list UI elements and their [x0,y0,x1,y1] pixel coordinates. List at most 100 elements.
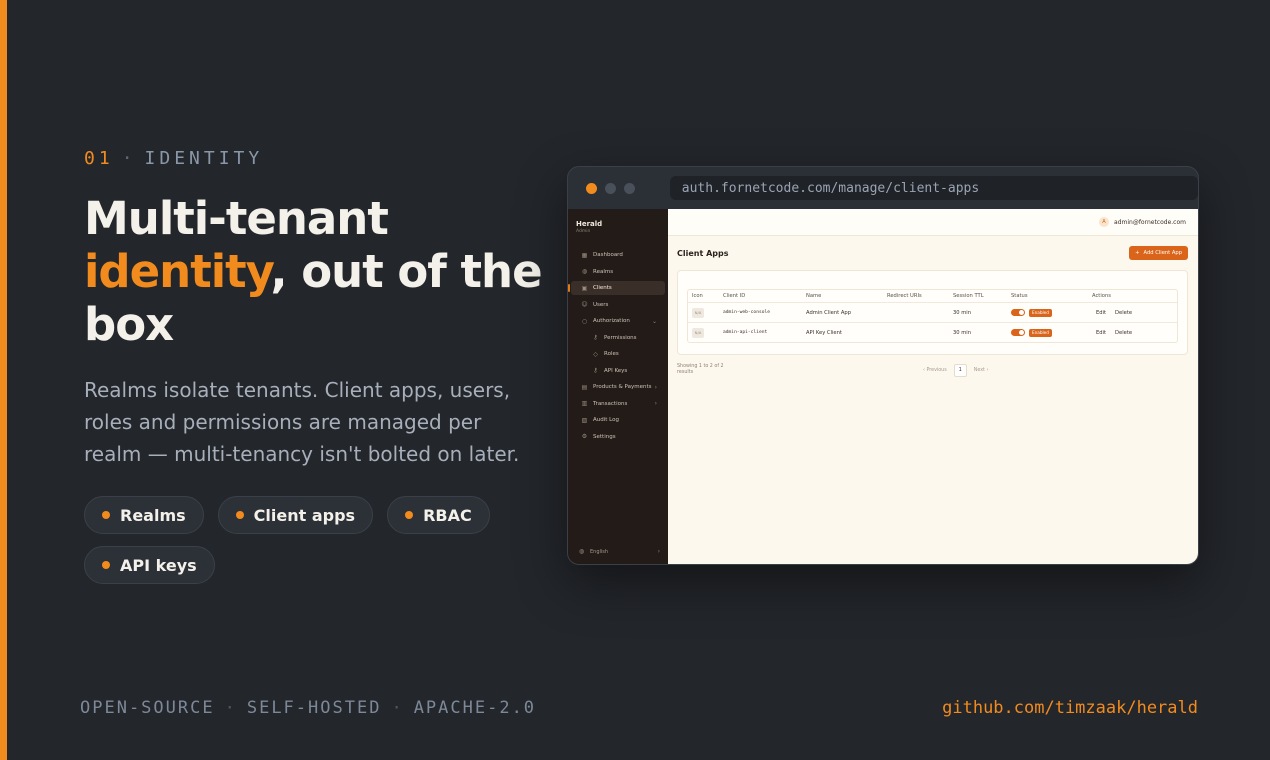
sidebar-item-api-keys[interactable]: ⚷ API Keys [571,364,665,378]
feature-pills: Realms Client apps RBAC API keys [84,496,504,596]
pill-label: Realms [120,505,186,525]
add-button-label: Add Client App [1143,250,1183,256]
chevron-right-icon: › [657,548,660,555]
app-icon-cell: N/A [688,327,723,338]
add-client-app-button[interactable]: + Add Client App [1129,246,1188,260]
description: Realms isolate tenants. Client apps, use… [84,378,520,466]
status-cell: Enabled [1011,328,1092,337]
edit-button[interactable]: Edit [1096,330,1106,336]
section-eyebrow: 01 · IDENTITY [84,148,263,169]
user-email[interactable]: admin@fornetcode.com [1114,219,1186,226]
sidebar-item-label: Roles [604,351,619,357]
session-ttl: 30 min [953,309,972,316]
page-number-button[interactable]: 1 [953,364,967,377]
language-label: English [590,548,609,555]
status-toggle[interactable] [1011,309,1025,316]
table-row: N/A admin-web-console Admin Client App 3… [688,303,1177,323]
previous-label: Previous [926,368,947,373]
address-bar[interactable]: auth.fornetcode.com/manage/client-apps [669,176,1198,200]
footer-separator: · [224,698,237,718]
sidebar-item-label: Transactions [593,400,628,407]
close-traffic-light[interactable] [586,182,597,194]
client-id: admin-api-client [723,330,768,335]
accent-bar [0,0,7,760]
sidebar-item-users[interactable]: ☺ Users [571,298,665,312]
app-icon-placeholder: N/A [692,327,704,338]
session-ttl: 30 min [953,329,972,336]
footer-tag: OPEN-SOURCE [80,698,215,718]
sidebar-item-label: Settings [593,433,616,440]
eyebrow-label: IDENTITY [144,148,264,169]
brand: Herald Admin [568,209,668,234]
sidebar-item-authorization[interactable]: ○ Authorization ⌄ [571,314,665,328]
key-icon: ⚷ [593,334,598,341]
sidebar-item-dashboard[interactable]: ▦ Dashboard [571,248,665,262]
box-icon: ▣ [581,284,588,292]
sidebar-item-label: Clients [593,285,612,291]
topbar: A admin@fornetcode.com [668,209,1198,236]
previous-page-button[interactable]: ‹ Previous [923,368,947,373]
sidebar-item-audit-log[interactable]: ▧ Audit Log [571,413,665,427]
maximize-traffic-light[interactable] [623,182,635,194]
footer-tags: OPEN-SOURCE · SELF-HOSTED · APACHE-2.0 [80,698,536,718]
results-summary: Showing 1 to 2 of 2 results [677,364,724,375]
minimize-traffic-light[interactable] [604,182,616,194]
sidebar-item-label: API Keys [604,367,628,374]
pill-label: RBAC [423,505,472,525]
language-selector[interactable]: ◍ English › [577,548,660,555]
delete-button[interactable]: Delete [1115,310,1132,316]
shield-icon: ◇ [593,350,598,358]
page-title: Client Apps [677,248,729,258]
shield-icon: ○ [581,317,588,325]
column-header: Status [1011,293,1028,299]
bullet-icon [405,511,414,519]
github-link[interactable]: github.com/timzaak/herald [942,698,1198,718]
eyebrow-number: 01 [84,148,114,169]
sidebar-item-products-payments[interactable]: ▤ Products & Payments › [571,380,665,394]
pill-client-apps: Client apps [217,496,374,534]
footer-tag: SELF-HOSTED [246,698,382,718]
table-header: Icon Client ID Name Redirect URIs Sessio… [688,290,1177,303]
pill-label: API keys [120,555,197,575]
table-row: N/A admin-api-client API Key Client 30 m… [688,323,1177,342]
chevron-right-icon: › [984,368,989,373]
next-page-button[interactable]: Next › [974,368,989,373]
app-icon-cell: N/A [688,307,723,318]
sidebar-item-transactions[interactable]: ▥ Transactions › [571,397,665,411]
bullet-icon [102,511,110,519]
status-toggle[interactable] [1011,329,1025,336]
next-label: Next [973,368,985,373]
pill-api-keys: API keys [84,546,215,584]
sidebar-item-clients[interactable]: ▣ Clients [568,281,665,295]
sidebar-item-label: Realms [593,268,614,275]
pill-rbac: RBAC [387,496,490,534]
brand-subtitle: Admin [576,229,591,234]
column-header: Actions [1092,293,1111,299]
globe-icon: ◍ [581,268,588,275]
bullet-icon [235,511,244,519]
sidebar-nav: ▦ Dashboard ◍ Realms ▣ Clients ☺ Users ○ Auth… [568,248,668,444]
sidebar-item-realms[interactable]: ◍ Realms [571,265,665,279]
actions-cell: Edit Delete [1092,310,1177,316]
avatar[interactable]: A [1099,217,1110,227]
sidebar-item-settings[interactable]: ⚙ Settings [571,430,665,444]
client-apps-table: Icon Client ID Name Redirect URIs Sessio… [687,289,1178,343]
edit-button[interactable]: Edit [1096,310,1106,316]
column-header: Session TTL [953,293,984,299]
headline-part-1: Multi-tenant [84,192,389,245]
sidebar-item-label: Users [593,301,609,308]
sidebar-item-permissions[interactable]: ⚷ Permissions [571,331,665,345]
sidebar-item-roles[interactable]: ◇ Roles [571,347,665,361]
column-header: Name [806,293,822,299]
users-icon: ☺ [581,301,588,308]
sidebar: Herald Admin ▦ Dashboard ◍ Realms ▣ Clients… [568,209,668,564]
bullet-icon [102,561,110,569]
actions-cell: Edit Delete [1092,330,1177,336]
pill-realms: Realms [84,496,204,534]
sidebar-item-label: Products & Payments [593,384,652,390]
app-icon-placeholder: N/A [692,307,704,318]
delete-button[interactable]: Delete [1115,330,1132,336]
client-id: admin-web-console [723,310,771,315]
globe-icon: ◍ [578,548,585,555]
column-header: Client ID [723,293,746,299]
